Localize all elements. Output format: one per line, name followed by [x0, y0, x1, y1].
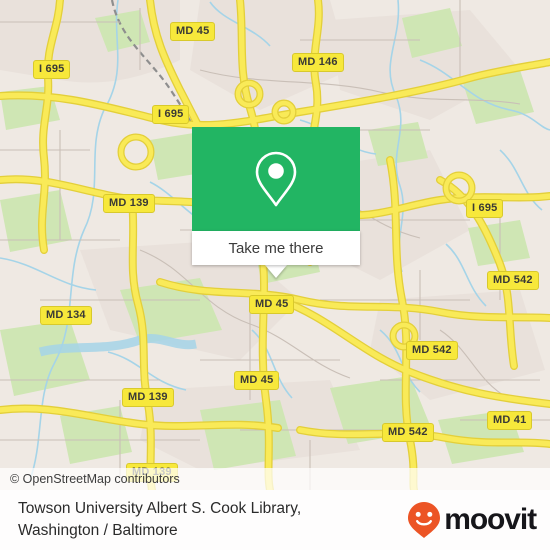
road-shield: MD 45: [234, 371, 280, 390]
road-shield: I 695: [152, 105, 190, 124]
map-canvas[interactable]: MD 45 I 695 MD 146 I 695 MD 139 I 695 MD…: [0, 0, 550, 490]
road-shield: MD 139: [122, 388, 174, 407]
popup-pointer-tail: [265, 265, 287, 278]
road-shield: I 695: [466, 199, 504, 218]
map-attribution: © OpenStreetMap contributors: [0, 468, 550, 490]
moovit-wordmark: moovit: [444, 503, 537, 536]
take-me-there-button[interactable]: Take me there: [192, 231, 360, 265]
road-shield: MD 45: [170, 22, 216, 41]
road-shield: MD 542: [487, 271, 539, 290]
place-title-line1: Towson University Albert S. Cook Library…: [18, 500, 302, 517]
place-title-line2: Washington / Baltimore: [18, 522, 178, 539]
road-shield: MD 41: [487, 411, 533, 430]
location-popup-card[interactable]: Take me there: [192, 127, 360, 278]
road-shield: I 695: [33, 60, 71, 79]
popup-image-area: [192, 127, 360, 231]
screenshot-root: MD 45 I 695 MD 146 I 695 MD 139 I 695 MD…: [0, 0, 550, 550]
road-shield: MD 542: [406, 341, 458, 360]
bottom-info-bar: Towson University Albert S. Cook Library…: [0, 490, 550, 550]
moovit-brand[interactable]: moovit: [407, 501, 537, 539]
road-shield: MD 134: [40, 306, 92, 325]
road-shield: MD 146: [292, 53, 344, 72]
road-shield: MD 45: [249, 295, 295, 314]
road-shield: MD 139: [103, 194, 155, 213]
location-pin-icon: [255, 151, 297, 207]
moovit-smiley-pin-icon: [408, 502, 441, 538]
place-title: Towson University Albert S. Cook Library…: [18, 498, 301, 542]
road-shield: MD 542: [382, 423, 434, 442]
